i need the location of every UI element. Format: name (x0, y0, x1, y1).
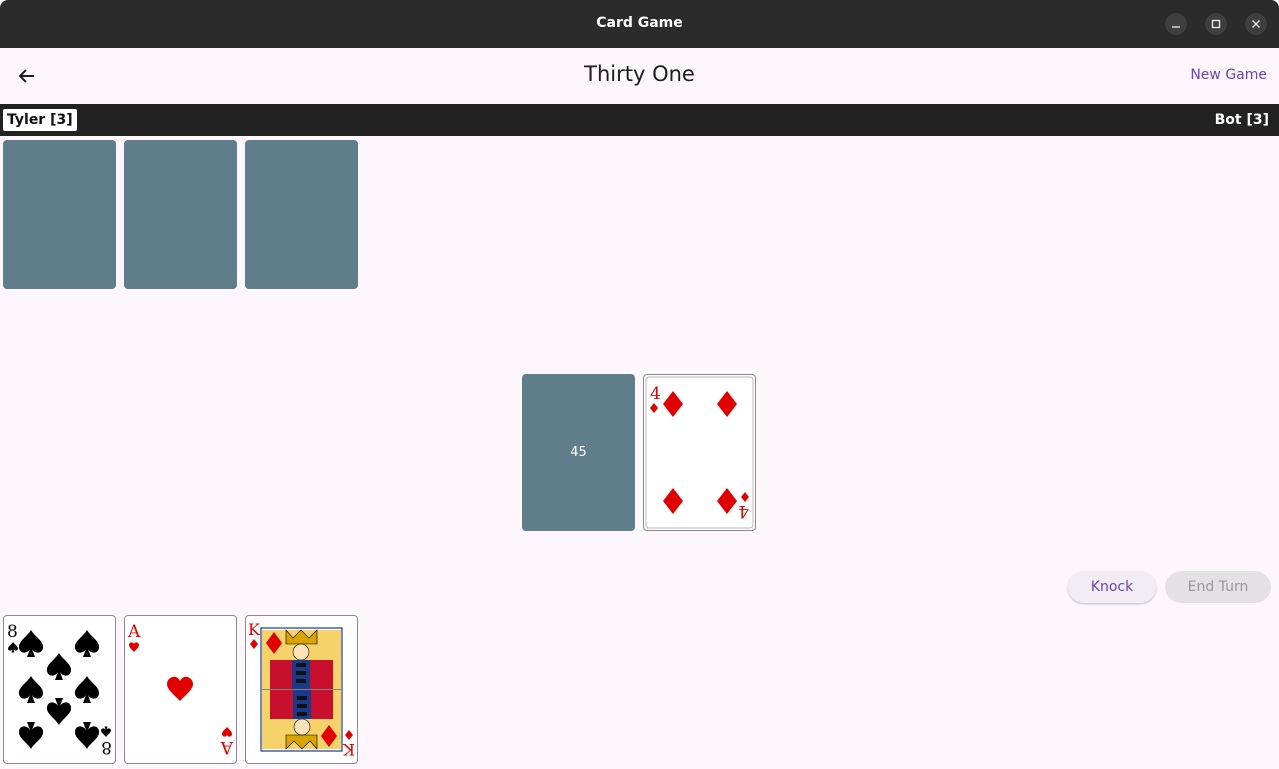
deck-count: 45 (570, 445, 587, 460)
hand-card[interactable]: K K (245, 615, 358, 764)
player-tag-bot: Bot [3] (1214, 112, 1269, 128)
minimize-icon[interactable] (1165, 13, 1187, 35)
svg-text:K: K (342, 740, 355, 759)
hand-card[interactable]: 8 8 (3, 615, 116, 764)
svg-text:8: 8 (101, 737, 112, 757)
close-icon[interactable] (1245, 13, 1267, 35)
maximize-icon[interactable] (1205, 13, 1227, 35)
opponent-card (3, 140, 116, 289)
app-bar: Thirty One New Game (0, 48, 1279, 104)
page-title: Thirty One (584, 62, 695, 86)
hand-card[interactable]: A A (124, 615, 237, 764)
window-titlebar: Card Game (0, 0, 1279, 48)
svg-text:K: K (248, 620, 261, 639)
new-game-button[interactable]: New Game (1190, 67, 1267, 83)
draw-deck[interactable]: 45 (522, 374, 635, 531)
discard-card[interactable]: 4 4 (643, 374, 756, 531)
end-turn-button[interactable]: End Turn (1165, 571, 1271, 603)
svg-text:4: 4 (738, 501, 749, 521)
four-of-diamonds-icon: 4 4 (645, 376, 754, 529)
opponent-card (245, 140, 358, 289)
ace-of-hearts-icon: A A (127, 622, 234, 757)
player-tag-you: Tyler [3] (3, 109, 77, 131)
player-bar: Tyler [3] Bot [3] (0, 104, 1279, 136)
knock-button[interactable]: Knock (1068, 571, 1156, 603)
svg-text:8: 8 (7, 622, 18, 642)
eight-of-spades-icon: 8 8 (7, 622, 112, 757)
king-of-diamonds-icon: K K (248, 620, 355, 759)
svg-text:4: 4 (650, 384, 661, 404)
svg-text:A: A (220, 737, 234, 757)
svg-text:A: A (127, 622, 141, 642)
opponent-card (124, 140, 237, 289)
window-title: Card Game (596, 15, 683, 31)
